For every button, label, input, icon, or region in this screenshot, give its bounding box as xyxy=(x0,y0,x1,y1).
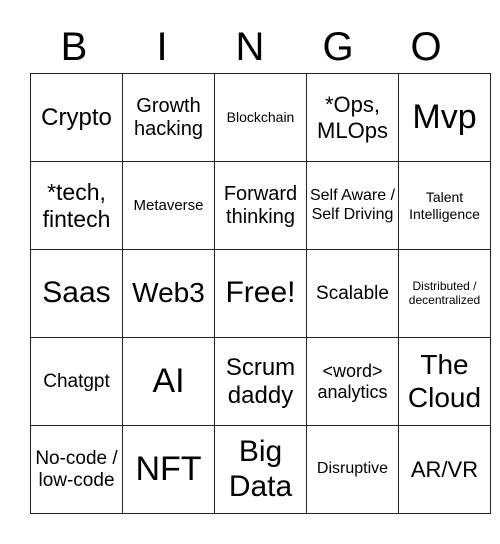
bingo-cell[interactable]: *tech, fintech xyxy=(30,161,123,250)
bingo-cell[interactable]: *Ops, MLOps xyxy=(306,73,399,162)
bingo-row: No-code / low-code NFT Big Data Disruptive A… xyxy=(30,425,491,514)
bingo-row: Chatgpt AI Scrum daddy <word> analytics The … xyxy=(30,337,491,426)
bingo-cell[interactable]: Growth hacking xyxy=(122,73,215,162)
bingo-cell[interactable]: Talent Intelligence xyxy=(398,161,491,250)
header-letter-o: O xyxy=(410,25,442,69)
bingo-cell[interactable]: Chatgpt xyxy=(30,337,123,426)
bingo-cell[interactable]: Scalable xyxy=(306,249,399,338)
bingo-cell[interactable]: Web3 xyxy=(122,249,215,338)
bingo-cell[interactable]: Mvp xyxy=(398,73,491,162)
bingo-cell[interactable]: Self Aware / Self Driving xyxy=(306,161,399,250)
bingo-row: *tech, fintech Metaverse Forward thinking S… xyxy=(30,161,491,250)
bingo-cell[interactable]: Saas xyxy=(30,249,123,338)
header-letter-b: B xyxy=(60,25,88,69)
bingo-grid: Crypto Growth hacking Blockchain *Ops, MLOp… xyxy=(30,73,491,514)
bingo-cell[interactable]: Crypto xyxy=(30,73,123,162)
bingo-header: BINGO xyxy=(30,22,470,72)
bingo-row: Saas Web3 Free! Scalable Distributed / decen… xyxy=(30,249,491,338)
bingo-row: Crypto Growth hacking Blockchain *Ops, MLOp… xyxy=(30,73,491,162)
bingo-cell[interactable]: NFT xyxy=(122,425,215,514)
bingo-cell[interactable]: AR/VR xyxy=(398,425,491,514)
bingo-cell[interactable]: Big Data xyxy=(214,425,307,514)
bingo-cell[interactable]: AI xyxy=(122,337,215,426)
header-letter-n: N xyxy=(235,25,265,69)
bingo-cell[interactable]: No-code / low-code xyxy=(30,425,123,514)
bingo-cell[interactable]: Metaverse xyxy=(122,161,215,250)
bingo-cell[interactable]: Forward thinking xyxy=(214,161,307,250)
bingo-cell[interactable]: Blockchain xyxy=(214,73,307,162)
bingo-cell[interactable]: <word> analytics xyxy=(306,337,399,426)
bingo-cell[interactable]: The Cloud xyxy=(398,337,491,426)
bingo-cell[interactable]: Distributed / decentralized xyxy=(398,249,491,338)
bingo-cell[interactable]: Scrum daddy xyxy=(214,337,307,426)
header-letter-i: I xyxy=(156,25,168,69)
header-letter-g: G xyxy=(322,25,354,69)
bingo-cell[interactable]: Disruptive xyxy=(306,425,399,514)
bingo-cell[interactable]: Free! xyxy=(214,249,307,338)
